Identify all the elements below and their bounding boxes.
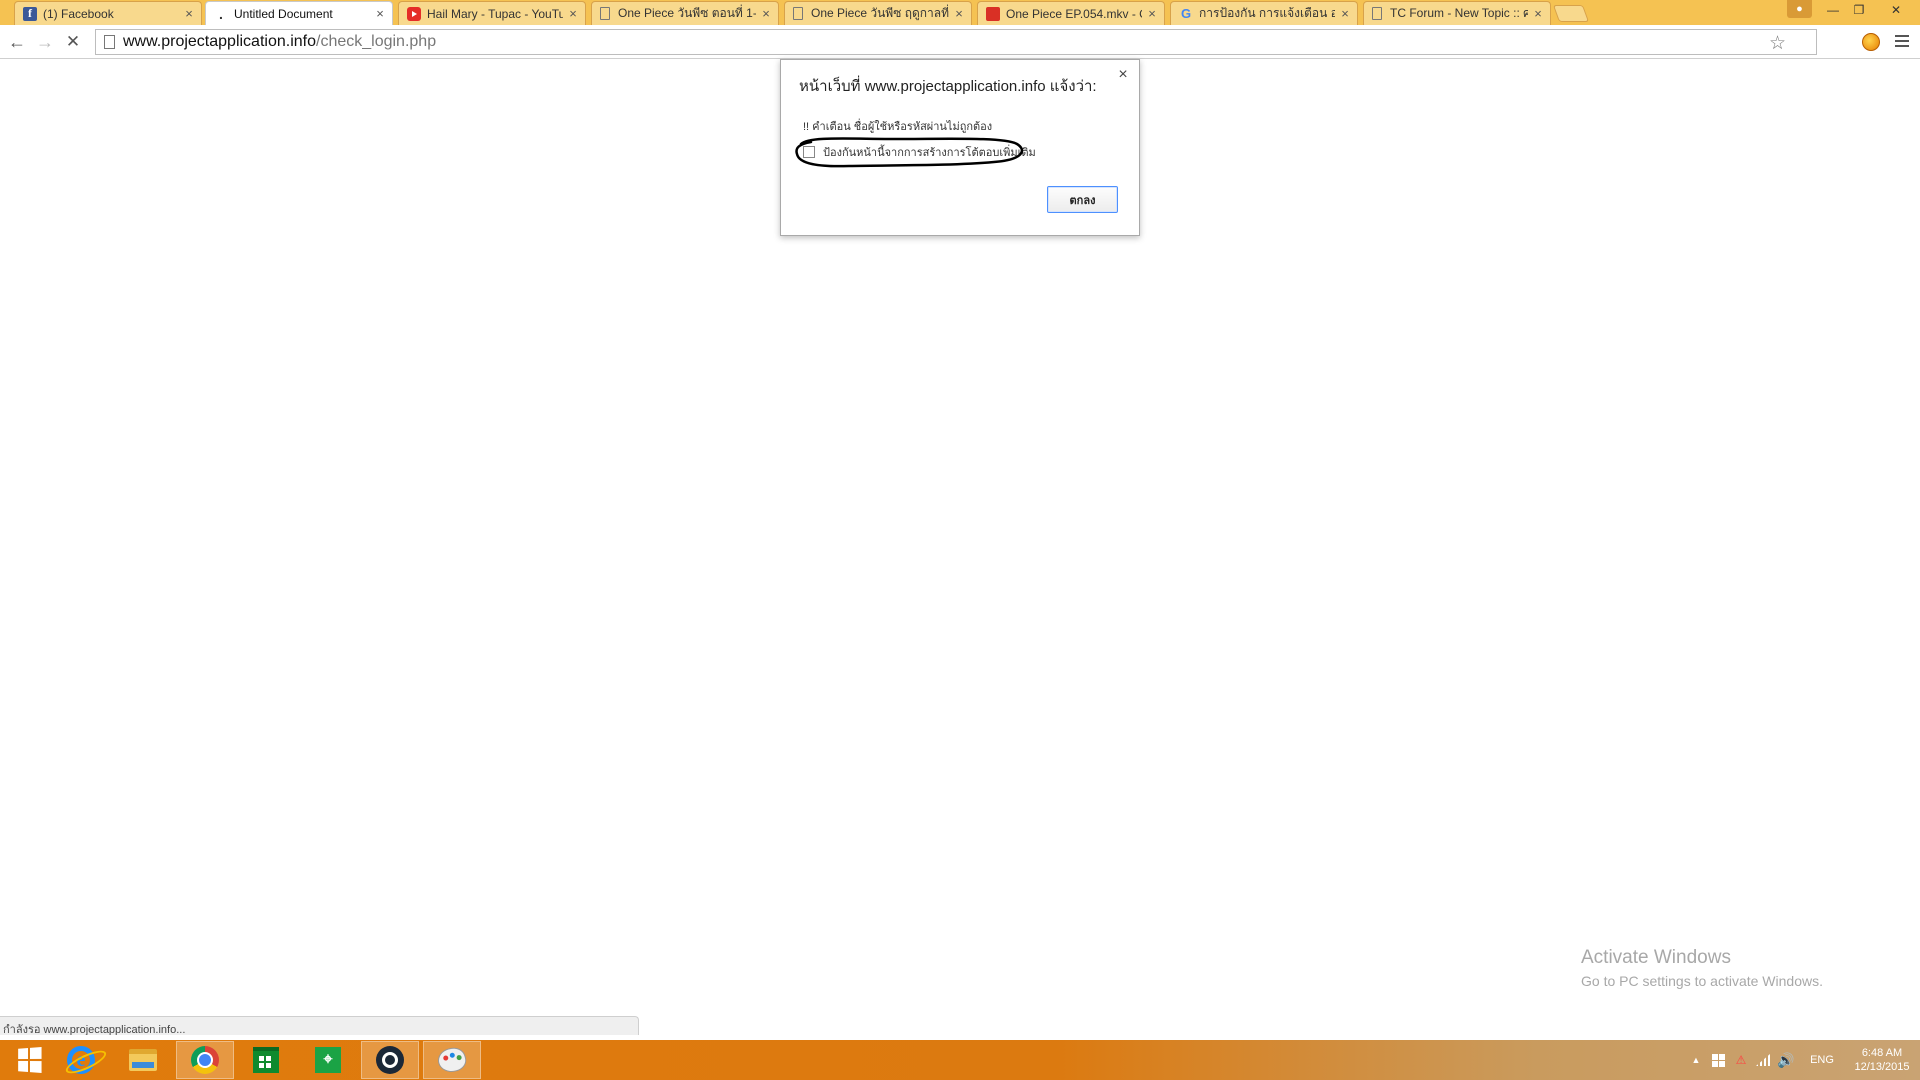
profile-icon[interactable]: ● [1787,0,1812,18]
taskbar-steam[interactable] [361,1041,419,1079]
window-close-icon[interactable]: ✕ [1876,0,1916,20]
tab-title: One Piece วันพีซ ฤดูกาลที่ 2 [811,6,949,20]
taskbar-paint[interactable] [423,1041,481,1079]
steam-icon [376,1046,404,1074]
taskbar-store[interactable] [237,1041,295,1079]
tab-untitled-document[interactable]: . Untitled Document × [205,1,393,25]
close-icon[interactable]: × [1532,6,1544,21]
close-icon[interactable]: × [1115,66,1131,84]
close-icon[interactable]: × [953,6,965,21]
taskbar-chrome[interactable] [176,1041,234,1079]
javascript-alert-dialog: หน้าเว็บที่ www.projectapplication.info … [780,59,1140,236]
paint-icon [435,1044,469,1076]
network-error-icon[interactable]: ⚠ [1730,1053,1752,1067]
suppress-checkbox[interactable] [803,146,815,158]
clock-date: 12/13/2015 [1854,1061,1910,1073]
taskbar: e ⌖ [0,1040,1920,1080]
tab-one-piece-1[interactable]: One Piece วันพีซ ตอนที่ 1-7 × [591,1,779,25]
wifi-signal-icon[interactable] [1752,1054,1774,1066]
activate-windows-watermark: Activate Windows Go to PC settings to ac… [1581,947,1823,989]
tab-one-piece-mkv[interactable]: One Piece EP.054.mkv - Go × [977,1,1165,25]
start-button[interactable] [0,1041,58,1079]
close-icon[interactable]: × [1146,6,1158,21]
tab-title: Hail Mary - Tupac - YouTu [427,6,563,21]
stop-loading-icon[interactable]: ✕ [62,31,84,53]
page-icon [1372,7,1382,20]
volume-icon[interactable]: 🔊 [1774,1052,1798,1069]
ok-button[interactable]: ตกลง [1047,186,1118,213]
taskbar-internet-explorer[interactable]: e [52,1041,110,1079]
new-tab-button[interactable] [1552,5,1590,22]
facebook-icon: f [23,6,37,21]
tab-title: การป้องกัน การแจ้งเตือน ออก [1199,6,1335,20]
chrome-icon [191,1046,219,1074]
store-icon [253,1047,279,1073]
action-center-flag-icon[interactable] [1706,1053,1730,1067]
tab-title: One Piece EP.054.mkv - Go [1006,6,1142,21]
tab-google-search[interactable]: G การป้องกัน การแจ้งเตือน ออก × [1170,1,1358,25]
language-indicator[interactable]: ENG [1798,1054,1846,1066]
tab-facebook[interactable]: f (1) Facebook × [14,1,202,25]
tab-title: Untitled Document [234,6,333,21]
suppress-dialogs-option[interactable]: ป้องกันหน้านี้จากการสร้างการโต้ตอบเพิ่มเ… [803,143,1036,161]
close-icon[interactable]: × [183,6,195,21]
back-arrow-icon[interactable]: ← [6,31,28,53]
camera-icon: ⌖ [315,1047,341,1073]
watermark-subtitle: Go to PC settings to activate Windows. [1581,973,1823,989]
watermark-title: Activate Windows [1581,947,1731,968]
page-info-icon[interactable] [104,35,115,49]
close-icon[interactable]: × [760,6,772,21]
loading-dot-icon: . [219,5,223,22]
bookmark-star-icon[interactable]: ☆ [1769,32,1786,55]
browser-toolbar: ← → ✕ www.projectapplication.info/check_… [0,25,1920,59]
hamburger-menu-icon[interactable] [1893,32,1911,50]
tab-title: One Piece วันพีซ ตอนที่ 1-7 [618,6,756,20]
dialog-message: !! คำเตือน ชื่อผู้ใช้หรือรหัสผ่านไม่ถูกต… [803,121,993,133]
tab-tc-forum[interactable]: TC Forum - New Topic :: ศ × [1363,1,1551,25]
tab-strip: f (1) Facebook × . Untitled Document × H… [0,0,1920,25]
youtube-icon [407,6,421,21]
close-icon[interactable]: × [374,6,386,21]
close-icon[interactable]: × [567,6,579,21]
internet-explorer-icon: e [67,1046,95,1074]
dialog-title: หน้าเว็บที่ www.projectapplication.info … [799,78,1097,95]
calendar-icon [986,6,1000,21]
minimize-icon[interactable]: — [1822,0,1844,20]
tab-youtube[interactable]: Hail Mary - Tupac - YouTu × [398,1,586,25]
tab-one-piece-2[interactable]: One Piece วันพีซ ฤดูกาลที่ 2 × [784,1,972,25]
system-tray: ▲ ⚠ 🔊 ENG 6:48 AM 12/13/2015 [1686,1040,1918,1080]
status-bubble: กำลังรอ www.projectapplication.info... [0,1016,639,1035]
page-icon [793,7,803,20]
restore-icon[interactable]: ❐ [1848,0,1870,20]
start-icon [18,1047,42,1073]
show-hidden-icons-icon[interactable]: ▲ [1686,1055,1706,1065]
url-host: www.projectapplication.info [123,33,316,50]
taskbar-file-explorer[interactable] [114,1041,172,1079]
close-icon[interactable]: × [1339,6,1351,21]
address-bar[interactable]: www.projectapplication.info/check_login.… [95,29,1817,55]
tab-title: (1) Facebook [43,6,114,21]
forward-arrow-icon[interactable]: → [34,31,56,53]
tab-title: TC Forum - New Topic :: ศ [1390,6,1528,20]
extension-icon[interactable] [1862,33,1880,51]
clock-time: 6:48 AM [1861,1047,1903,1059]
file-explorer-icon [129,1049,157,1071]
taskbar-camera[interactable]: ⌖ [299,1041,357,1079]
taskbar-clock[interactable]: 6:48 AM 12/13/2015 [1846,1046,1918,1074]
url-path: /check_login.php [316,33,437,50]
google-icon: G [1180,6,1192,21]
page-icon [600,7,610,20]
suppress-label: ป้องกันหน้านี้จากการสร้างการโต้ตอบเพิ่มเ… [823,147,1036,159]
